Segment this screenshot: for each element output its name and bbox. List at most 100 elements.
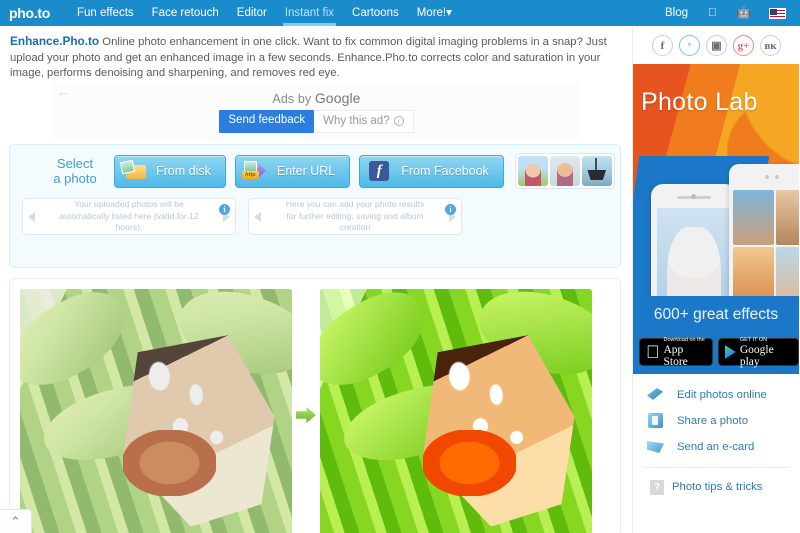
facebook-icon[interactable]: f [652, 35, 673, 56]
googleplay-badge[interactable]: GET IT ON Google play [717, 337, 799, 368]
enter-url-button[interactable]: http Enter URL [234, 154, 351, 188]
apple-icon:  [646, 343, 660, 361]
google-play-icon [724, 345, 736, 359]
nav-item-cartoons[interactable]: Cartoons [343, 0, 408, 26]
nav-item-more[interactable]: More!▾ [408, 0, 461, 26]
sidebar-item-label: Share a photo [677, 415, 748, 427]
from-facebook-label: From Facebook [401, 164, 489, 178]
select-photo-label-line2: a photo [53, 171, 97, 186]
sample-photos [514, 153, 615, 189]
google-ad-block: ← Ads by Google Send feedback Why this a… [53, 83, 580, 140]
vkontakte-icon[interactable]: вк [760, 35, 781, 56]
photo-lab-banner[interactable]: Photo Lab 600+ great effects Download on… [633, 64, 799, 374]
before-photo[interactable] [20, 289, 292, 533]
after-photo[interactable] [320, 289, 592, 533]
from-disk-label: From disk [156, 164, 211, 178]
social-links: f ᵛ ▣ g+ вк [633, 26, 800, 64]
ads-by-prefix: Ads by [272, 92, 315, 106]
prev-arrow-icon[interactable] [28, 211, 35, 222]
twitter-icon[interactable]: ᵛ [679, 35, 700, 56]
sample-photo-woman[interactable] [517, 156, 548, 186]
sidebar-item-label: Photo tips & tricks [672, 481, 763, 493]
before-after-images [10, 279, 620, 533]
grid-photo [733, 247, 774, 303]
facebook-icon: f [366, 160, 392, 182]
ad-back-arrow-icon[interactable]: ← [57, 85, 70, 98]
right-sidebar: f ᵛ ▣ g+ вк Photo Lab 600+ great effects… [632, 26, 800, 533]
appstore-small-label: Download on the [650, 337, 705, 349]
prev-arrow-icon[interactable] [254, 211, 261, 222]
top-navigation-bar: pho.to Fun effects Face retouch Editor I… [0, 0, 800, 26]
grid-photo [776, 190, 799, 246]
sidebar-item-send-ecard[interactable]: Send an e-card [633, 434, 800, 460]
from-disk-button[interactable]: From disk [114, 154, 226, 188]
apple-icon[interactable]:  [698, 0, 727, 26]
sidebar-divider [643, 467, 790, 468]
scroll-to-top-button[interactable]: ⌃ [0, 509, 32, 533]
appstore-badge[interactable]:  Download on the App Store [639, 337, 713, 368]
google-brand: Google [314, 90, 361, 106]
nav-right-group: Blog  🤖 [655, 0, 800, 26]
info-icon[interactable]: i [445, 204, 456, 215]
nav-more-label: More! [416, 7, 447, 19]
info-icon[interactable]: i [219, 204, 230, 215]
instagram-icon[interactable]: ▣ [706, 35, 727, 56]
chevron-down-icon: ▾ [446, 7, 452, 19]
sample-photo-man[interactable] [549, 156, 580, 186]
ecard-icon [645, 437, 669, 457]
why-this-ad-button[interactable]: Why this ad? i [314, 110, 414, 133]
select-photo-label-line1: Select [56, 156, 94, 171]
intro-text: Online photo enhancement in one click. W… [10, 36, 607, 79]
before-after-panel [9, 278, 621, 533]
edit-icon [645, 385, 669, 405]
page-title: Enhance.Pho.to [10, 34, 100, 48]
ads-by-google-label: Ads by Google [272, 90, 360, 106]
ad-buttons: Send feedback Why this ad? i [219, 110, 414, 133]
share-icon [645, 411, 669, 431]
main-content: Enhance.Pho.to Online photo enhancement … [0, 26, 632, 533]
nav-item-blog[interactable]: Blog [655, 0, 698, 26]
enter-url-label: Enter URL [276, 164, 336, 178]
nav-item-editor[interactable]: Editor [228, 0, 276, 26]
site-logo[interactable]: pho.to [9, 5, 50, 22]
select-photo-label: Select a photo [44, 156, 106, 186]
uploaded-photos-box[interactable]: Your uploaded photos will be automatical… [22, 198, 236, 235]
sidebar-item-edit-photos[interactable]: Edit photos online [633, 382, 800, 408]
sidebar-item-photo-tips[interactable]: ? Photo tips & tricks [633, 474, 800, 500]
googleplus-icon[interactable]: g+ [733, 35, 754, 56]
googleplay-text: GET IT ON Google play [740, 337, 792, 368]
butterfly-orange-patch [423, 430, 516, 496]
info-icon: i [393, 116, 404, 126]
phone-camera [691, 194, 696, 199]
from-facebook-button[interactable]: f From Facebook [359, 154, 504, 188]
sidebar-item-label: Send an e-card [677, 441, 755, 453]
banner-effects-text: 600+ great effects [653, 306, 779, 323]
play-small-label: GET IT ON [731, 337, 767, 349]
folder-photo-icon [119, 159, 147, 182]
uploaded-photos-text: Your uploaded photos will be automatical… [59, 199, 199, 233]
nav-item-instant-fix[interactable]: Instant fix [276, 0, 343, 26]
grid-photo [733, 190, 774, 246]
sidebar-item-share-photo[interactable]: Share a photo [633, 408, 800, 434]
info-boxes-row: Your uploaded photos will be automatical… [10, 189, 620, 235]
nav-item-fun-effects[interactable]: Fun effects [68, 0, 143, 26]
banner-title: Photo Lab [641, 88, 758, 116]
photo-results-text: Here you can add your photo results for … [285, 199, 425, 233]
upload-buttons-row: Select a photo From disk http Enter URL … [10, 145, 620, 189]
us-flag-icon[interactable] [769, 7, 786, 19]
nav-item-face-retouch[interactable]: Face retouch [143, 0, 228, 26]
sidebar-links: Edit photos online Share a photo Send an… [633, 374, 800, 500]
why-this-ad-label: Why this ad? [323, 115, 390, 127]
appstore-text: Download on the App Store [664, 337, 706, 368]
butterfly-orange-patch [123, 430, 216, 496]
grid-photo [776, 247, 799, 303]
send-feedback-button[interactable]: Send feedback [219, 110, 315, 133]
page-intro: Enhance.Pho.to Online photo enhancement … [0, 26, 632, 82]
photo-results-box[interactable]: Here you can add your photo results for … [248, 198, 462, 235]
sample-photo-boat[interactable] [581, 156, 612, 186]
green-arrow-icon [296, 406, 316, 424]
phone-camera [765, 175, 769, 179]
url-arrow-icon: http [241, 160, 268, 182]
appstore-big-label: App Store [650, 344, 697, 368]
android-icon[interactable]: 🤖 [727, 0, 761, 26]
